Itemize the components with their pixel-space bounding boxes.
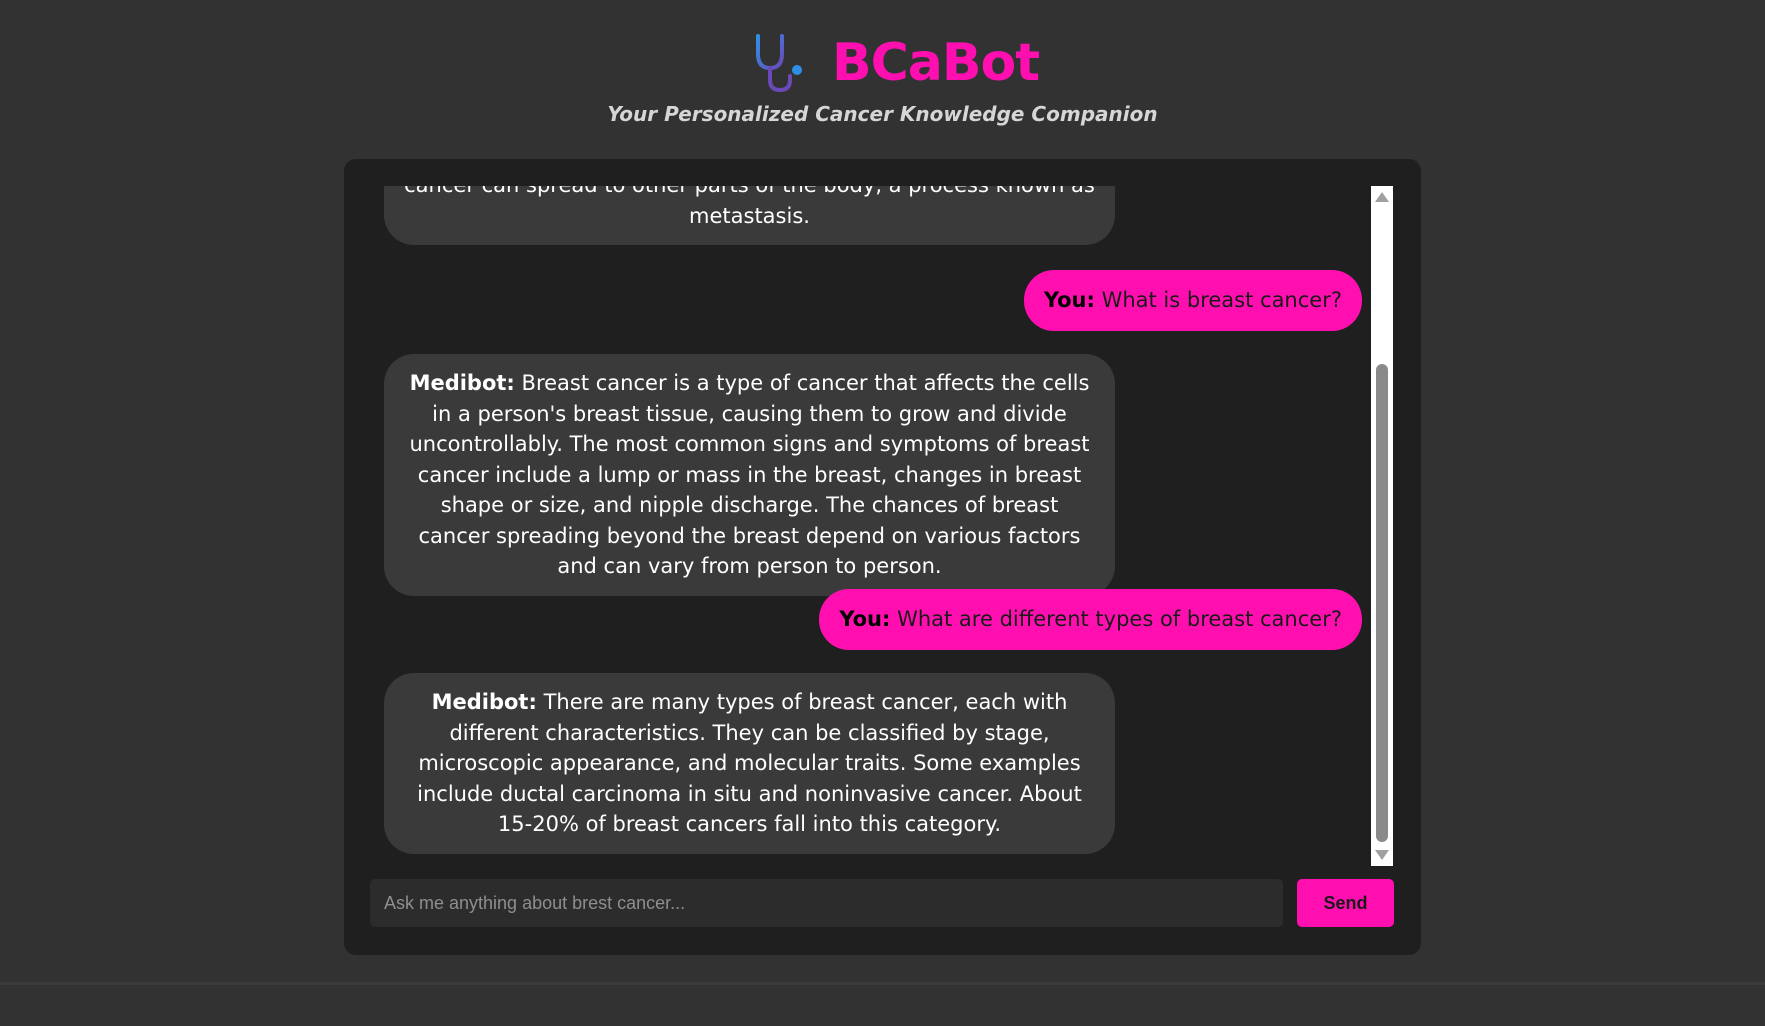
bot-message: Medibot: Breast cancer is a type of canc… — [384, 354, 1115, 596]
bot-message: Medibot: There are many types of breast … — [384, 673, 1115, 854]
app-subtitle: Your Personalized Cancer Knowledge Compa… — [607, 102, 1158, 126]
message-speaker: Medibot: — [409, 371, 515, 395]
message-text: cancer can spread to other parts of the … — [404, 186, 1095, 228]
composer: Send — [370, 879, 1394, 927]
stethoscope-icon — [756, 34, 802, 93]
app-header: BCaBot Your Personalized Cancer Knowledg… — [0, 0, 1765, 150]
message-text: Breast cancer is a type of cancer that a… — [409, 371, 1090, 578]
scroll-up-arrow-icon[interactable] — [1375, 192, 1389, 202]
app-title: BCaBot — [832, 33, 1040, 93]
bot-message: cancer can spread to other parts of the … — [384, 186, 1115, 245]
scroll-thumb[interactable] — [1376, 364, 1388, 842]
message-scrollbar[interactable] — [1371, 186, 1393, 866]
chat-input[interactable] — [370, 879, 1283, 927]
message-speaker: Medibot: — [431, 690, 537, 714]
scroll-down-arrow-icon[interactable] — [1375, 850, 1389, 860]
chat-panel: cancer can spread to other parts of the … — [344, 159, 1421, 955]
user-message: You: What is breast cancer? — [1023, 270, 1362, 331]
message-text: What is breast cancer? — [1101, 288, 1342, 312]
send-button[interactable]: Send — [1297, 879, 1394, 927]
brand: BCaBot — [750, 28, 1040, 98]
message-speaker: You: — [1043, 288, 1095, 312]
message-speaker: You: — [839, 607, 891, 631]
message-text: What are different types of breast cance… — [897, 607, 1342, 631]
user-message: You: What are different types of breast … — [819, 589, 1362, 650]
